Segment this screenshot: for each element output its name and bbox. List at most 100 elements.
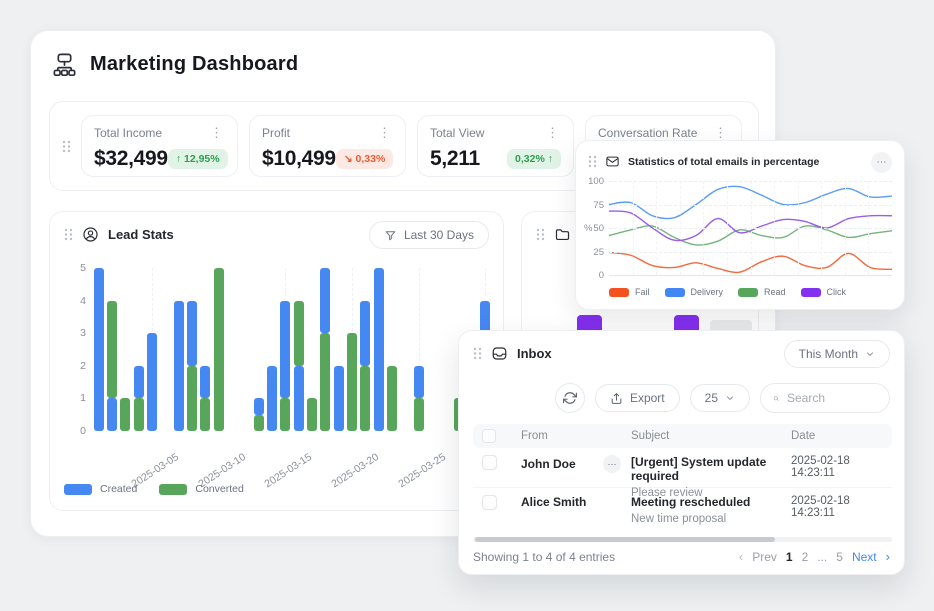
kebab-menu-icon[interactable]: ⋮ xyxy=(544,128,561,138)
lead-stats-title: Lead Stats xyxy=(108,227,174,242)
legend-swatch xyxy=(738,288,758,297)
legend-swatch xyxy=(159,484,187,495)
email-line-chart xyxy=(609,181,892,275)
row-checkbox[interactable] xyxy=(482,455,497,470)
bar-segment xyxy=(174,301,184,431)
drag-handle-icon[interactable] xyxy=(588,155,597,168)
bar-segment xyxy=(320,268,330,333)
pagination: ‹ Prev 12... 5 Next › xyxy=(739,549,890,564)
more-options-button[interactable]: ⋯ xyxy=(871,152,892,173)
kebab-menu-icon[interactable]: ⋮ xyxy=(376,128,393,138)
bar-segment xyxy=(387,366,397,431)
lead-y-axis: 012345 xyxy=(60,268,86,431)
legend-swatch xyxy=(64,484,92,495)
drag-handle-icon[interactable] xyxy=(62,140,71,153)
chevron-left-icon[interactable]: ‹ xyxy=(739,549,743,564)
legend-item: Delivery xyxy=(665,287,724,297)
bar-segment xyxy=(267,366,277,431)
bar-segment xyxy=(107,398,117,431)
x-tick-label: 2025-03-25 xyxy=(396,451,448,490)
bar-segment xyxy=(347,333,357,431)
funnel-icon xyxy=(384,229,397,242)
drag-handle-icon[interactable] xyxy=(473,347,482,360)
grid-line xyxy=(727,181,728,275)
prev-button[interactable]: Prev xyxy=(752,550,777,564)
bar-segment xyxy=(374,268,384,431)
date-filter-button[interactable]: Last 30 Days xyxy=(369,221,489,249)
refresh-icon xyxy=(563,391,577,405)
dashboard-page: Marketing Dashboard Total Income ⋮ $32,4… xyxy=(0,0,934,611)
email-date: 2025-02-18 14:23:11 xyxy=(791,495,892,519)
bar-segment xyxy=(320,333,330,431)
legend-swatch xyxy=(609,288,629,297)
table-row[interactable]: John Doe ⋯ [Urgent] System update requir… xyxy=(473,448,892,488)
row-checkbox[interactable] xyxy=(482,495,497,510)
grid-line xyxy=(821,181,822,275)
bar-segment xyxy=(254,398,264,414)
legend-swatch xyxy=(801,288,821,297)
kebab-menu-icon[interactable]: ⋮ xyxy=(208,128,225,138)
legend-item: Fail xyxy=(609,287,650,297)
trend-badge: ↘ 0,33% xyxy=(336,149,394,169)
email-subject: [Urgent] System update required xyxy=(631,455,791,483)
page-title: Marketing Dashboard xyxy=(90,53,298,76)
stat-value: $32,499 xyxy=(94,147,168,171)
bar-segment xyxy=(360,301,370,366)
y-tick-label: 25 xyxy=(582,247,604,258)
bar-segment xyxy=(94,268,104,431)
search-input[interactable] xyxy=(787,391,877,405)
bar-segment xyxy=(280,398,290,431)
page-button[interactable]: 2 xyxy=(802,550,809,564)
page-size-value: 25 xyxy=(705,391,718,405)
inbox-card: Inbox This Month Export 25 xyxy=(458,330,905,575)
export-button[interactable]: Export xyxy=(595,384,680,412)
legend-item: Converted xyxy=(159,483,243,495)
y-tick-label: 4 xyxy=(60,295,86,307)
email-subject: Meeting rescheduled xyxy=(631,495,791,509)
bar-segment xyxy=(200,398,210,431)
refresh-button[interactable] xyxy=(555,383,585,413)
next-button[interactable]: Next xyxy=(852,550,877,564)
y-tick-label: 75 xyxy=(582,200,604,211)
search-box xyxy=(760,383,890,413)
bar-segment xyxy=(294,301,304,366)
entries-summary: Showing 1 to 4 of 4 entries xyxy=(473,550,615,564)
page-size-select[interactable]: 25 xyxy=(690,384,750,412)
bar-segment xyxy=(254,415,264,431)
lead-legend: CreatedConverted xyxy=(64,483,244,495)
page-button[interactable]: ... xyxy=(817,550,827,564)
page-button[interactable]: 5 xyxy=(836,550,843,564)
y-tick-label: 100 xyxy=(582,176,604,187)
legend-swatch xyxy=(665,288,685,297)
table-header-row: From Subject Date xyxy=(473,424,892,448)
stat-card-total-view: Total View ⋮ 5,211 0,32% ↑ xyxy=(417,115,574,177)
stat-label: Conversation Rate xyxy=(598,126,697,140)
bar-segment xyxy=(334,366,344,431)
kebab-menu-icon[interactable]: ⋮ xyxy=(712,128,729,138)
legend-item: Read xyxy=(738,287,786,297)
period-select[interactable]: This Month xyxy=(784,340,890,368)
scrollbar-thumb[interactable] xyxy=(475,537,775,542)
drag-handle-icon[interactable] xyxy=(536,228,545,241)
page-button[interactable]: 1 xyxy=(786,550,793,564)
y-tick-label: 0 xyxy=(60,425,86,437)
sitemap-icon xyxy=(51,51,78,78)
horizontal-scrollbar xyxy=(473,537,892,542)
y-tick-label: 5 xyxy=(60,262,86,274)
inbox-icon xyxy=(491,345,508,362)
page-buttons: 12... 5 xyxy=(786,550,843,564)
stat-label: Total View xyxy=(430,126,484,140)
email-y-axis-unit: % xyxy=(584,223,592,234)
bar-segment xyxy=(360,366,370,431)
row-actions-button[interactable]: ⋯ xyxy=(603,455,621,473)
chevron-right-icon[interactable]: › xyxy=(886,549,890,564)
grid-line xyxy=(680,181,681,275)
bar-segment xyxy=(107,301,117,399)
bar-segment xyxy=(147,333,157,431)
drag-handle-icon[interactable] xyxy=(64,228,73,241)
folder-icon xyxy=(554,226,571,243)
search-icon xyxy=(773,392,779,405)
select-all-checkbox[interactable] xyxy=(482,429,496,443)
stat-card-total-income: Total Income ⋮ $32,499 ↑ 12,95% xyxy=(81,115,238,177)
grid-line xyxy=(751,181,752,275)
